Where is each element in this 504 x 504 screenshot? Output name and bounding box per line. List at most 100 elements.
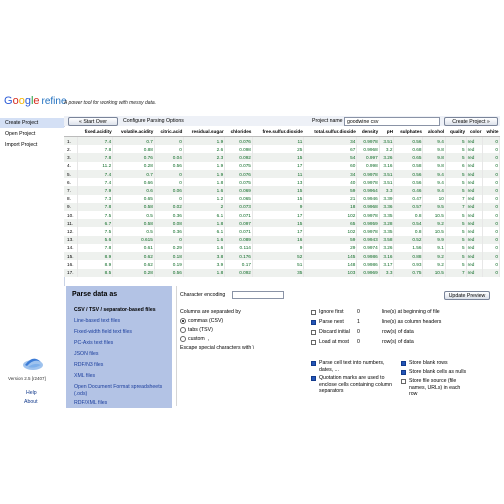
table-cell: 0.997: [356, 153, 380, 162]
table-cell: 0.04: [154, 153, 184, 162]
store-blank-rows-checkbox[interactable]: [401, 361, 406, 366]
table-cell: 3.16: [379, 252, 395, 261]
about-link[interactable]: About: [24, 399, 38, 405]
sidebar-item-import-project[interactable]: Import Project: [0, 140, 64, 150]
table-cell: 3.36: [379, 202, 395, 211]
table-cell: 0: [482, 219, 501, 228]
table-cell: 5: [445, 260, 467, 269]
create-project-button[interactable]: Create Project »: [444, 117, 498, 126]
custom-separator-value[interactable]: ,: [208, 336, 209, 342]
table-cell: 0.28: [112, 161, 155, 170]
table-row: 16. 8.9 0.62 0.19 3.9 0.17 51 148 0.9986 3.17 0.93…: [64, 260, 501, 269]
row-number-cell: 11.: [64, 219, 78, 228]
format-csv-tsv[interactable]: CSV / TSV / separator-based files: [74, 307, 156, 313]
table-cell: 0.073: [224, 202, 253, 211]
table-cell: 0.5: [112, 211, 155, 220]
table-cell: 15: [252, 153, 305, 162]
start-over-button[interactable]: « Start Over: [68, 117, 118, 126]
table-cell: 11: [252, 169, 305, 179]
table-cell: 0.098: [224, 145, 253, 154]
format-line-based[interactable]: Line-based text files: [74, 318, 120, 324]
table-cell: red: [466, 145, 483, 154]
table-cell: red: [466, 202, 483, 211]
row-number-cell: 7.: [64, 186, 78, 195]
quotation-marks-checkbox[interactable]: [311, 376, 316, 381]
store-file-source-checkbox[interactable]: [401, 379, 406, 384]
format-rdf-n3[interactable]: RDF/N3 files: [74, 362, 103, 368]
table-cell: 29: [303, 243, 358, 253]
table-cell: 0: [154, 136, 184, 146]
table-cell: 7: [445, 202, 467, 211]
format-pc-axis[interactable]: PC-Axis text files: [74, 340, 113, 346]
store-blank-cells-checkbox[interactable]: [401, 370, 406, 375]
table-cell: 0.65: [393, 153, 424, 162]
table-cell: 0.5: [112, 227, 155, 236]
table-cell: 18: [303, 202, 358, 211]
project-name-input[interactable]: goodwine csv: [344, 117, 440, 126]
table-cell: 0: [154, 194, 184, 203]
row-number-cell: 10.: [64, 211, 78, 220]
table-row: 5. 7.4 0.7 0 1.9 0.076 11 34 0.9978 3.51 0.56 9.4 5 r…: [64, 169, 501, 179]
table-cell: 6: [445, 161, 467, 170]
format-xml[interactable]: XML files: [74, 373, 95, 379]
update-preview-button[interactable]: Update Preview: [444, 291, 490, 300]
table-cell: 0.097: [224, 219, 253, 228]
logo-letter: G: [4, 95, 13, 107]
sep-custom-radio[interactable]: [180, 336, 186, 342]
table-cell: 0.58: [112, 219, 155, 228]
row-number-cell: 4.: [64, 161, 78, 170]
parse-next-input[interactable]: 1: [357, 319, 360, 325]
sep-tabs-radio[interactable]: [180, 327, 186, 333]
version-text: Version 2.5 [r2407]: [8, 376, 46, 381]
row-number-cell: 16.: [64, 260, 78, 269]
discard-initial-input[interactable]: 0: [357, 329, 360, 335]
column-header: free.sulfur.dioxide: [252, 127, 304, 137]
column-header: white: [482, 127, 500, 137]
table-cell: 0.065: [224, 194, 253, 203]
load-at-most-checkbox[interactable]: [311, 340, 316, 345]
table-cell: 9.1: [422, 243, 446, 253]
ignore-first-checkbox[interactable]: [311, 310, 316, 315]
table-cell: 9.4: [422, 178, 446, 187]
table-cell: 102: [303, 227, 358, 236]
table-cell: 9.2: [422, 252, 446, 261]
sidebar: Create Project Open Project Import Proje…: [0, 116, 65, 504]
ignore-first-input[interactable]: 0: [357, 309, 360, 315]
load-at-most-input[interactable]: 0: [357, 339, 360, 345]
store-blank-cells-label: Store blank cells as nulls: [409, 369, 467, 375]
table-cell: red: [466, 178, 483, 187]
format-json[interactable]: JSON files: [74, 351, 99, 357]
sidebar-item-open-project[interactable]: Open Project: [0, 129, 64, 139]
table-cell: 25: [252, 145, 305, 154]
table-cell: 0.58: [393, 161, 424, 170]
table-cell: 34: [303, 136, 358, 146]
help-link[interactable]: Help: [26, 390, 37, 396]
table-cell: 0: [482, 186, 501, 195]
sep-commas-radio[interactable]: [180, 318, 186, 324]
format-ods[interactable]: Open Document Format spreadsheets (.ods): [74, 384, 169, 397]
format-rdf-xml[interactable]: RDF/XML files: [74, 400, 107, 406]
table-cell: 0.54: [393, 219, 424, 228]
table-cell: 0: [482, 161, 501, 170]
format-fixed-width[interactable]: Fixed-width field text files: [74, 329, 132, 335]
logo-suffix: refine: [41, 96, 67, 107]
table-cell: 0.071: [224, 211, 253, 220]
table-cell: 8.5: [77, 268, 114, 277]
table-cell: 0.57: [393, 202, 424, 211]
table-cell: 1.8: [183, 268, 226, 277]
table-cell: 0.615: [112, 235, 155, 244]
table-cell: red: [466, 219, 483, 228]
table-cell: 9.2: [422, 260, 446, 269]
sidebar-item-create-project[interactable]: Create Project: [0, 118, 64, 128]
sep-commas-label: commas (CSV): [188, 318, 224, 324]
parse-next-checkbox[interactable]: [311, 320, 316, 325]
table-cell: 0.9986: [356, 252, 380, 261]
table-cell: 0: [482, 227, 501, 236]
discard-initial-checkbox[interactable]: [311, 330, 316, 335]
table-cell: 9.4: [422, 136, 446, 146]
table-cell: 0.9969: [356, 268, 380, 277]
character-encoding-input[interactable]: [232, 291, 284, 299]
table-cell: 0.9968: [356, 145, 380, 154]
table-cell: 5: [445, 178, 467, 187]
parse-cell-text-checkbox[interactable]: [311, 361, 316, 366]
